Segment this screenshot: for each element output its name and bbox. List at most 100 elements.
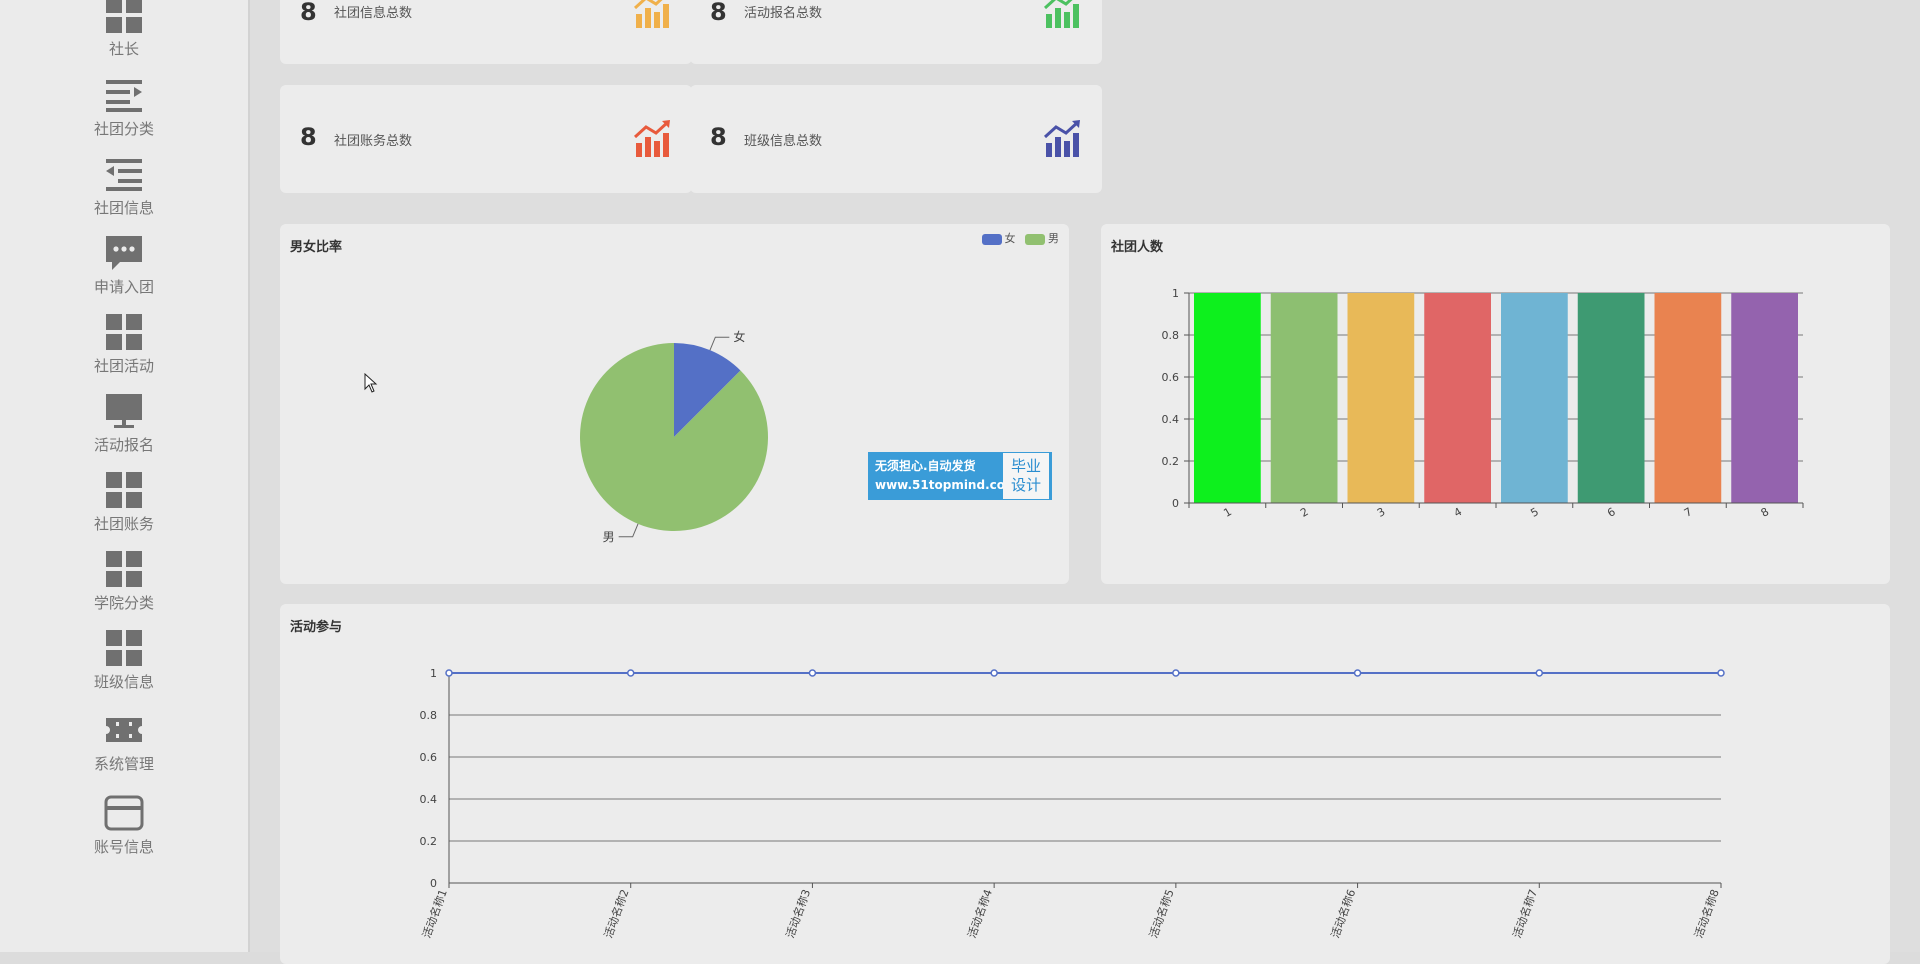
bar — [1194, 293, 1261, 503]
watermark-right1: 毕业 — [1010, 457, 1041, 475]
line-point — [445, 669, 453, 677]
stat-label: 社团信息总数 — [334, 6, 413, 21]
bar-y-tick-label: 0.8 — [1162, 329, 1180, 342]
sidebar-item-label: 社团分类 — [93, 120, 154, 138]
chart-trend-icon — [633, 0, 669, 28]
sidebar-item-club-info[interactable]: 社团信息 — [0, 154, 248, 218]
stat-card-class-info: 8 班级信息总数 — [690, 85, 1102, 193]
line-x-tick-label: 活动名称3 — [783, 887, 814, 940]
bar-chart: 0 0.2 0.4 0.6 0.8 1 1 2 3 4 5 6 7 8 — [1162, 287, 1804, 520]
bar — [1577, 293, 1645, 503]
stat-value: 8 — [300, 0, 317, 26]
sidebar-item-label: 学院分类 — [93, 594, 154, 612]
stat-label: 班级信息总数 — [744, 134, 823, 149]
line-y-tick-label: 1 — [430, 667, 437, 680]
sidebar-item-account-info[interactable]: 账号信息 — [0, 793, 248, 857]
watermark-side: 毕业 设计 — [1003, 453, 1049, 499]
sidebar-item-label: 账号信息 — [93, 838, 154, 856]
sidebar-item-club-finance[interactable]: 社团账务 — [0, 470, 248, 534]
outdent-list-icon — [106, 159, 142, 191]
line-y-tick-label: 0 — [430, 877, 437, 890]
line-point — [1172, 669, 1180, 677]
card-icon — [104, 795, 144, 831]
line-y-tick-label: 0.2 — [420, 835, 438, 848]
stat-card-activity-signup: 8 活动报名总数 — [690, 0, 1102, 64]
pie-slice-label: 女 — [733, 329, 745, 344]
grid-icon — [106, 0, 142, 33]
sidebar: 社长 社团分类 社团信息 申请入团 社团活动 活动报名 社团账务 学院分类 班级… — [0, 0, 250, 952]
bar-x-tick-label: 7 — [1682, 505, 1695, 520]
bar — [1731, 293, 1798, 503]
stat-card-club-info: 8 社团信息总数 — [280, 0, 692, 64]
sidebar-item-label: 社团账务 — [93, 515, 154, 533]
monitor-icon — [106, 394, 142, 428]
sidebar-item-class-info[interactable]: 班级信息 — [0, 628, 248, 692]
ticket-icon — [106, 718, 142, 742]
chart-trend-icon — [1043, 120, 1080, 157]
sidebar-item-label: 活动报名 — [93, 436, 154, 454]
mouse-cursor-icon — [364, 373, 378, 393]
watermark-text: 无须担心.自动发货 www.51topmind.com — [869, 453, 1018, 499]
sidebar-item-label: 申请入团 — [93, 278, 154, 296]
grid-icon — [106, 472, 142, 508]
line-point — [990, 669, 998, 677]
bar — [1270, 293, 1338, 503]
sidebar-item-label: 社长 — [108, 40, 139, 58]
sidebar-item-college-category[interactable]: 学院分类 — [0, 549, 248, 613]
pie-slice-label: 男 — [603, 530, 615, 544]
sidebar-item-label: 班级信息 — [93, 673, 154, 691]
bar-y-tick-label: 1 — [1172, 287, 1179, 300]
bar-y-tick-label: 0.2 — [1162, 455, 1180, 468]
watermark-right2: 设计 — [1010, 476, 1041, 494]
stat-label: 社团账务总数 — [334, 134, 413, 149]
stat-card-club-finance: 8 社团账务总数 — [280, 85, 692, 193]
line-point — [1535, 669, 1544, 677]
sidebar-item-club-category[interactable]: 社团分类 — [0, 75, 248, 139]
bar-x-tick-label: 6 — [1605, 505, 1618, 520]
bar-x-tick-label: 8 — [1759, 505, 1772, 520]
bar-y-tick-label: 0.6 — [1162, 371, 1180, 384]
stat-value: 8 — [300, 123, 317, 151]
pie-chart: 女男 — [580, 329, 768, 544]
line-chart: 0 0.2 0.4 0.6 0.8 1 活动名称1 活动名称2 活动名称3 活动名称4 活动名称5 活… — [419, 667, 1725, 940]
line-point — [1717, 669, 1725, 677]
watermark-badge[interactable]: 无须担心.自动发货 www.51topmind.com 毕业 设计 — [868, 452, 1052, 500]
indent-list-icon — [106, 80, 142, 112]
sidebar-item-club-activity[interactable]: 社团活动 — [0, 312, 248, 376]
sidebar-item-activity-signup[interactable]: 活动报名 — [0, 391, 248, 455]
stat-value: 8 — [710, 123, 727, 151]
chat-bubble-icon — [106, 236, 142, 270]
line-point — [808, 669, 817, 677]
line-y-tick-label: 0.6 — [420, 751, 438, 764]
grid-icon — [106, 551, 142, 587]
bar-y-tick-label: 0 — [1172, 497, 1179, 510]
bar — [1424, 293, 1491, 503]
bar — [1347, 293, 1415, 503]
line-point — [1353, 669, 1362, 677]
sidebar-item-president[interactable]: 社长 — [0, 0, 248, 59]
line-y-tick-label: 0.4 — [420, 793, 438, 806]
watermark-line1: 无须担心.自动发货 — [875, 459, 976, 473]
line-x-tick-label: 活动名称6 — [1328, 887, 1359, 940]
line-x-tick-label: 活动名称8 — [1691, 887, 1722, 940]
sidebar-item-label: 社团活动 — [93, 357, 154, 375]
pie-label-line — [709, 336, 730, 351]
bar-x-tick-label: 1 — [1221, 505, 1234, 520]
grid-icon — [106, 314, 142, 350]
stat-value: 8 — [710, 0, 727, 26]
grid-icon — [106, 630, 142, 666]
line-y-tick-label: 0.8 — [420, 709, 438, 722]
sidebar-item-label: 社团信息 — [93, 199, 154, 217]
bar-y-tick-label: 0.4 — [1162, 413, 1180, 426]
bar-x-tick-label: 3 — [1375, 505, 1388, 520]
sidebar-item-label: 系统管理 — [93, 755, 154, 773]
bar-x-tick-label: 5 — [1528, 505, 1541, 520]
watermark-line2: www.51topmind.com — [875, 478, 1018, 492]
sidebar-item-apply-join[interactable]: 申请入团 — [0, 233, 248, 297]
gender-ratio-panel: 男女比率 女 男 女男 — [280, 224, 1069, 584]
sidebar-item-system-admin[interactable]: 系统管理 — [0, 710, 248, 774]
bar-x-tick-label: 4 — [1452, 505, 1465, 520]
club-members-panel: 社团人数 0 0.2 0.4 0.6 0.8 1 1 2 3 4 5 6 7 8 — [1101, 224, 1890, 584]
chart-trend-icon — [1043, 0, 1079, 28]
line-x-tick-label: 活动名称2 — [601, 887, 632, 940]
